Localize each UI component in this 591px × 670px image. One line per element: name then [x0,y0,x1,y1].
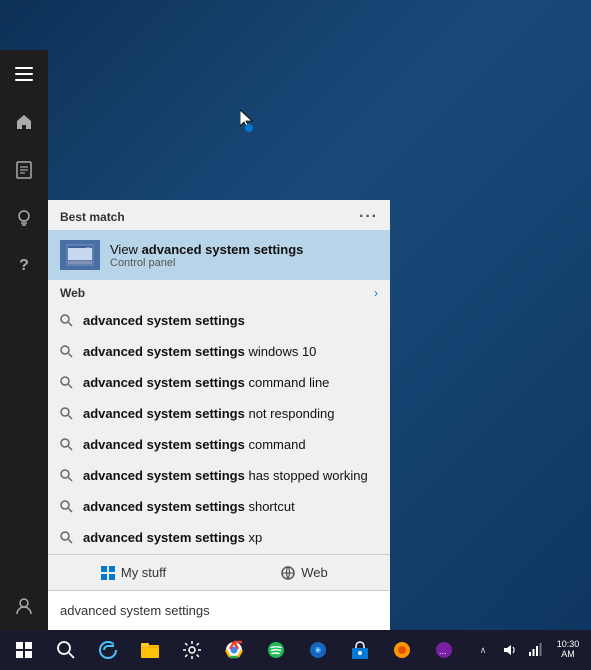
search-icon-1 [60,345,73,361]
sidebar-help[interactable]: ? [0,242,48,290]
best-match-title: View advanced system settings [110,242,303,257]
result-bold-1: advanced system settings [83,344,245,359]
sidebar-home[interactable] [0,98,48,146]
result-text-2: advanced system settings command line [83,375,329,392]
tray-time[interactable]: 10:30 AM [549,630,587,670]
search-bar[interactable]: advanced system settings [48,590,390,630]
tray-network[interactable] [523,630,547,670]
best-match-label: Best match [60,210,125,224]
control-panel-icon [60,240,100,270]
search-icon-0 [60,314,73,330]
result-1[interactable]: advanced system settings windows 10 [48,337,390,368]
web-arrow[interactable]: › [374,286,378,300]
taskbar-search-button[interactable] [48,630,84,670]
search-panel: Best match ··· View advanced system sett… [48,200,390,630]
search-icon-2 [60,376,73,392]
result-5[interactable]: advanced system settings has stopped wor… [48,461,390,492]
best-match-header: Best match ··· [48,200,390,230]
search-bar-text[interactable]: advanced system settings [60,603,378,618]
sidebar-documents[interactable] [0,146,48,194]
result-text-6: advanced system settings shortcut [83,499,295,516]
search-results: advanced system settings advanced system… [48,306,390,554]
result-text-0: advanced system settings [83,313,245,330]
result-text-3: advanced system settings not responding [83,406,334,423]
taskbar-other[interactable]: ... [424,630,464,670]
result-bold-6: advanced system settings [83,499,245,514]
result-bold-4: advanced system settings [83,437,245,452]
taskbar-store[interactable] [340,630,380,670]
best-match-item[interactable]: View advanced system settings Control pa… [48,230,390,280]
tab-my-stuff[interactable]: My stuff [48,555,219,590]
search-icon-5 [60,469,73,485]
taskbar-file-explorer[interactable] [130,630,170,670]
taskbar-settings[interactable] [172,630,212,670]
result-6[interactable]: advanced system settings shortcut [48,492,390,523]
result-4[interactable]: advanced system settings command [48,430,390,461]
bottom-tabs: My stuff Web [48,554,390,590]
desktop: ? Best match ··· [0,0,591,670]
taskbar-app-icons: ... [88,630,464,670]
result-text-1: advanced system settings windows 10 [83,344,316,361]
tab-web[interactable]: Web [219,555,390,590]
result-7[interactable]: advanced system settings xp [48,523,390,554]
search-icon-7 [60,531,73,547]
best-match-options[interactable]: ··· [359,208,378,226]
best-match-text: View advanced system settings Control pa… [110,242,303,269]
search-icon-3 [60,407,73,423]
tray-volume[interactable] [497,630,521,670]
result-text-4: advanced system settings command [83,437,306,454]
search-icon-6 [60,500,73,516]
taskbar: ... ∧ 10:30 [0,630,591,670]
taskbar-chrome[interactable] [214,630,254,670]
best-match-subtitle: Control panel [110,257,303,269]
best-match-bold: advanced system settings [142,242,304,257]
windows-logo [16,642,32,658]
result-bold-7: advanced system settings [83,530,245,545]
sidebar-lightbulb[interactable] [0,194,48,242]
sidebar: ? [0,50,48,630]
result-bold-2: advanced system settings [83,375,245,390]
search-icon-4 [60,438,73,454]
best-match-view: View [110,242,142,257]
result-2[interactable]: advanced system settings command line [48,368,390,399]
taskbar-edge[interactable] [88,630,128,670]
result-bold-5: advanced system settings [83,468,245,483]
taskbar-media[interactable] [298,630,338,670]
web-header[interactable]: Web › [48,280,390,306]
start-button[interactable] [0,630,48,670]
sidebar-hamburger[interactable] [0,50,48,98]
result-3[interactable]: advanced system settings not responding [48,399,390,430]
tray-chevron[interactable]: ∧ [471,630,495,670]
svg-text:...: ... [439,646,447,656]
taskbar-firefox[interactable] [382,630,422,670]
taskbar-tray: ∧ 10:30 AM [471,630,591,670]
result-0[interactable]: advanced system settings [48,306,390,337]
taskbar-spotify[interactable] [256,630,296,670]
result-bold-0: advanced system settings [83,313,245,328]
web-label: Web [60,286,85,300]
result-text-5: advanced system settings has stopped wor… [83,468,368,485]
cursor [240,110,256,135]
tab-my-stuff-label: My stuff [121,565,166,580]
result-text-7: advanced system settings xp [83,530,262,547]
sidebar-person[interactable] [0,582,48,630]
tab-web-label: Web [301,565,328,580]
result-bold-3: advanced system settings [83,406,245,421]
